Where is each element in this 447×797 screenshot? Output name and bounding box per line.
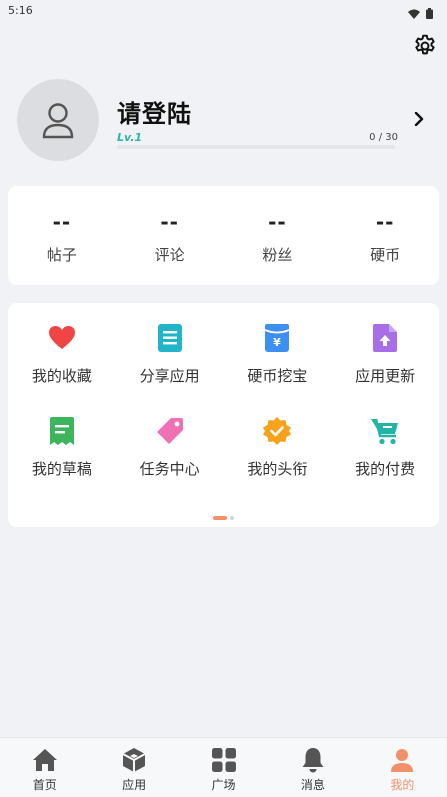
menu-item-label: 应用更新 bbox=[355, 367, 416, 385]
level-label: Lv.1 bbox=[117, 131, 143, 144]
nav-mine[interactable]: 我的 bbox=[358, 738, 447, 797]
stat-value: -- bbox=[160, 210, 179, 234]
stat-value: -- bbox=[52, 210, 72, 234]
menu-item-favorites[interactable]: 我的收藏 bbox=[8, 323, 116, 386]
chevron-right-icon bbox=[414, 112, 424, 126]
stat-label: 粉丝 bbox=[262, 246, 293, 264]
menu-item-app-update[interactable]: 应用更新 bbox=[331, 323, 439, 386]
bottom-navigation: 首页 应用 广场 消息 我的 bbox=[0, 737, 447, 797]
menu-item-label: 分享应用 bbox=[139, 367, 200, 385]
menu-item-payments[interactable]: 我的付费 bbox=[331, 416, 439, 479]
stat-comments[interactable]: -- 评论 bbox=[116, 186, 224, 285]
stat-label: 评论 bbox=[154, 246, 185, 264]
person-icon bbox=[390, 747, 414, 773]
profile-chevron-button[interactable] bbox=[410, 110, 428, 128]
wifi-icon bbox=[408, 4, 420, 23]
page-indicator bbox=[213, 516, 234, 520]
menu-item-share-app[interactable]: 分享应用 bbox=[116, 323, 224, 386]
login-prompt[interactable]: 请登陆 bbox=[117, 94, 192, 129]
exp-progress-text: 0 / 30 bbox=[369, 132, 398, 143]
menu-item-label: 硬币挖宝 bbox=[247, 367, 308, 385]
nav-label: 应用 bbox=[122, 778, 147, 792]
cart-icon bbox=[331, 416, 439, 446]
stat-followers[interactable]: -- 粉丝 bbox=[224, 186, 332, 285]
avatar[interactable] bbox=[17, 79, 99, 161]
menu-item-label: 我的收藏 bbox=[31, 367, 92, 385]
settings-button[interactable] bbox=[411, 32, 439, 60]
menu-item-coin-treasure[interactable]: ¥ 硬币挖宝 bbox=[224, 323, 332, 386]
update-file-icon bbox=[331, 323, 439, 353]
status-bar: 5:16 bbox=[0, 0, 447, 22]
nav-messages[interactable]: 消息 bbox=[268, 738, 357, 797]
exp-progress-bar bbox=[117, 145, 395, 149]
nav-label: 广场 bbox=[211, 778, 236, 792]
battery-icon bbox=[426, 4, 433, 23]
user-outline-icon bbox=[42, 103, 74, 139]
home-icon bbox=[32, 747, 58, 773]
stat-value: -- bbox=[268, 210, 287, 234]
menu-item-label: 任务中心 bbox=[139, 460, 200, 478]
page-dot-active bbox=[213, 516, 227, 520]
stat-label: 硬币 bbox=[370, 246, 401, 264]
badge-icon bbox=[224, 416, 332, 446]
page-dot bbox=[230, 516, 234, 520]
status-time: 5:16 bbox=[8, 4, 33, 17]
menu-item-task-center[interactable]: 任务中心 bbox=[116, 416, 224, 479]
nav-home[interactable]: 首页 bbox=[0, 738, 89, 797]
draft-icon bbox=[8, 416, 116, 446]
stat-value: -- bbox=[375, 210, 395, 234]
status-icons bbox=[408, 4, 433, 23]
coin-pouch-icon: ¥ bbox=[224, 323, 332, 353]
share-doc-icon bbox=[116, 323, 224, 353]
tag-icon bbox=[116, 416, 224, 446]
grid-icon bbox=[211, 747, 236, 773]
menu-item-label: 我的付费 bbox=[355, 460, 416, 478]
stat-label: 帖子 bbox=[46, 246, 77, 264]
feature-grid: 我的收藏 分享应用 ¥ 硬币挖宝 应用更新 我的草稿 任务中心 我的头衔 我的付… bbox=[8, 323, 439, 479]
menu-item-drafts[interactable]: 我的草稿 bbox=[8, 416, 116, 479]
cube-icon bbox=[121, 747, 147, 773]
stat-posts[interactable]: -- 帖子 bbox=[8, 186, 116, 285]
stat-coins[interactable]: -- 硬币 bbox=[331, 186, 439, 285]
menu-item-label: 我的草稿 bbox=[31, 460, 92, 478]
nav-label: 首页 bbox=[32, 778, 57, 792]
nav-label: 我的 bbox=[390, 778, 415, 792]
nav-label: 消息 bbox=[300, 778, 325, 792]
bell-icon bbox=[301, 747, 325, 773]
nav-apps[interactable]: 应用 bbox=[89, 738, 178, 797]
nav-plaza[interactable]: 广场 bbox=[179, 738, 268, 797]
gear-icon bbox=[415, 34, 435, 55]
feature-menu-card: 我的收藏 分享应用 ¥ 硬币挖宝 应用更新 我的草稿 任务中心 我的头衔 我的付… bbox=[8, 303, 439, 527]
heart-icon bbox=[8, 323, 116, 353]
menu-item-titles[interactable]: 我的头衔 bbox=[224, 416, 332, 479]
menu-item-label: 我的头衔 bbox=[247, 460, 308, 478]
svg-text:¥: ¥ bbox=[274, 336, 282, 349]
stats-card: -- 帖子 -- 评论 -- 粉丝 -- 硬币 bbox=[8, 186, 439, 285]
